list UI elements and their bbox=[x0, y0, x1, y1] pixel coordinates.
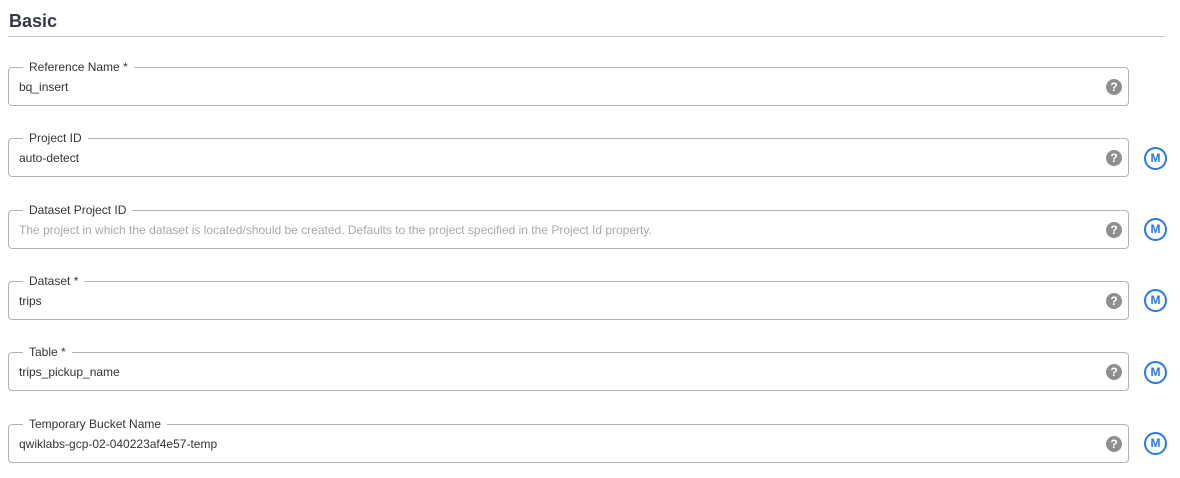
temporary-bucket-name-input[interactable] bbox=[9, 425, 1089, 462]
temporary-bucket-name-macro-icon[interactable]: M bbox=[1144, 432, 1167, 455]
dataset-macro-icon[interactable]: M bbox=[1144, 289, 1167, 312]
table-macro-icon[interactable]: M bbox=[1144, 361, 1167, 384]
help-icon[interactable]: ? bbox=[1106, 222, 1122, 238]
dataset-project-id-macro-icon[interactable]: M bbox=[1144, 218, 1167, 241]
section-divider bbox=[8, 36, 1165, 37]
dataset-input[interactable] bbox=[9, 282, 1089, 319]
dataset-field: Dataset * ? bbox=[8, 274, 1129, 320]
help-icon[interactable]: ? bbox=[1106, 293, 1122, 309]
table-input[interactable] bbox=[9, 353, 1089, 390]
dataset-project-id-field: Dataset Project ID ? bbox=[8, 203, 1129, 249]
temporary-bucket-name-field: Temporary Bucket Name ? bbox=[8, 417, 1129, 463]
help-icon[interactable]: ? bbox=[1106, 436, 1122, 452]
project-id-field: Project ID ? bbox=[8, 131, 1129, 177]
reference-name-input[interactable] bbox=[9, 68, 1089, 105]
help-icon[interactable]: ? bbox=[1106, 150, 1122, 166]
project-id-input[interactable] bbox=[9, 139, 1089, 176]
basic-section: Basic Reference Name * ? Project ID ? M … bbox=[0, 0, 1180, 478]
section-title: Basic bbox=[9, 11, 58, 31]
table-field: Table * ? bbox=[8, 345, 1129, 391]
project-id-macro-icon[interactable]: M bbox=[1144, 147, 1167, 170]
help-icon[interactable]: ? bbox=[1106, 364, 1122, 380]
help-icon[interactable]: ? bbox=[1106, 79, 1122, 95]
reference-name-field: Reference Name * ? bbox=[8, 60, 1129, 106]
dataset-project-id-input[interactable] bbox=[9, 211, 1089, 248]
